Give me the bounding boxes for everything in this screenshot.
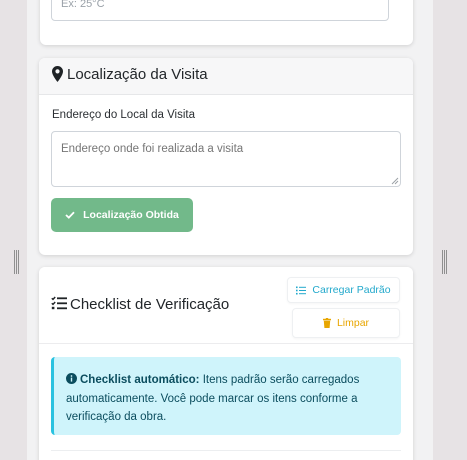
address-label: Endereço do Local da Visita (52, 109, 195, 121)
load-default-label: Carregar Padrão (312, 284, 391, 296)
location-card-header: Localização da Visita (39, 58, 413, 95)
textarea-resize-grip-icon[interactable] (391, 177, 399, 185)
temperature-input[interactable]: Ex: 25°C (51, 0, 389, 21)
trash-icon (322, 318, 331, 328)
clear-button[interactable]: Limpar (292, 308, 400, 338)
check-icon (65, 211, 75, 219)
checklist-section-title: Checklist de Verificação (70, 296, 230, 313)
list-icon (296, 286, 307, 294)
alert-title: Checklist automático: (80, 374, 200, 386)
checklist-items-area (51, 450, 401, 460)
location-card: Localização da Visita Endereço do Local … (39, 58, 413, 255)
left-resize-handle-icon[interactable] (14, 250, 19, 274)
right-gutter (433, 0, 467, 460)
left-gutter (0, 0, 27, 460)
info-circle-icon (66, 373, 77, 384)
checklist-card: Checklist de Verificação Carregar Padrão… (39, 267, 413, 460)
location-section-title: Localização da Visita (67, 66, 208, 83)
load-default-button[interactable]: Carregar Padrão (287, 277, 400, 303)
map-marker-icon (52, 66, 63, 82)
address-textarea[interactable] (51, 131, 401, 187)
checklist-card-header: Checklist de Verificação Carregar Padrão… (39, 267, 413, 344)
location-obtained-label: Localização Obtida (83, 209, 179, 221)
clear-label: Limpar (336, 317, 370, 329)
checklist-info-alert: Checklist automático: Itens padrão serão… (51, 357, 401, 435)
location-obtained-button[interactable]: Localização Obtida (51, 198, 193, 232)
right-resize-handle-icon[interactable] (442, 250, 447, 274)
checklist-icon (51, 296, 67, 310)
